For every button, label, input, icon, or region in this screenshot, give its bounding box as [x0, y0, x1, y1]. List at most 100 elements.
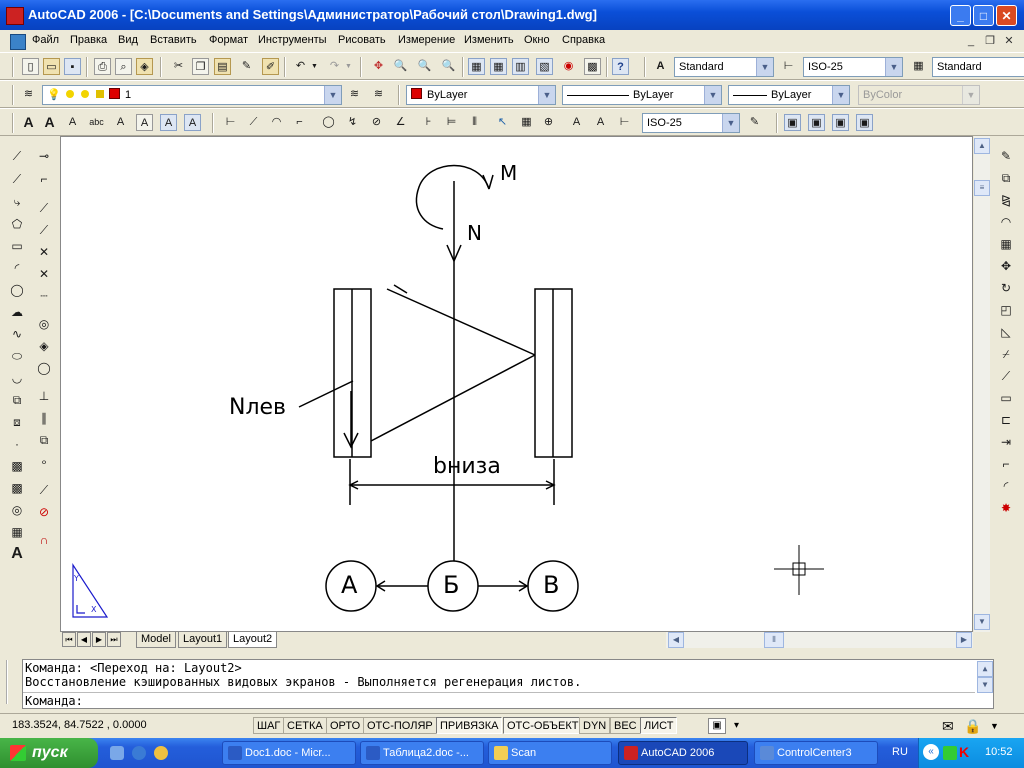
layer-manager-icon[interactable]: ≋ [20, 86, 37, 103]
layer-previous-icon[interactable]: ≋ [370, 86, 387, 103]
baseline-dimension-icon[interactable]: ⊨ [443, 114, 460, 131]
plot-preview-icon[interactable]: ⌕ [115, 58, 132, 75]
dimension-text-edit-icon[interactable]: A [592, 114, 609, 131]
menu-format[interactable]: Формат [209, 34, 248, 46]
chevron-down-icon[interactable]: ▼ [832, 86, 849, 104]
media-player-icon[interactable] [154, 746, 168, 760]
erase-icon[interactable]: ✎ [996, 146, 1016, 166]
copy-icon[interactable]: ❐ [192, 58, 209, 75]
chevron-down-icon[interactable]: ▼ [704, 86, 721, 104]
ellipse-arc-icon[interactable]: ◡ [7, 368, 27, 388]
undo-dropdown-icon[interactable]: ▼ [310, 58, 319, 75]
osnap-settings-icon[interactable]: ∩ [34, 530, 54, 550]
tab-layout2[interactable]: Layout2 [228, 632, 278, 648]
dimension-edit-icon[interactable]: A [568, 114, 585, 131]
plot-icon[interactable]: ⎙ [94, 58, 111, 75]
endpoint-snap-icon[interactable]: ⊸ [34, 146, 54, 166]
sheet-set-icon[interactable]: ▧ [536, 58, 553, 75]
vertical-scrollbar[interactable]: ▲ ≡ ▼ [974, 136, 990, 632]
snap-endpoint-icon[interactable]: ⟋ [34, 198, 54, 218]
gradient-icon[interactable]: ▩ [7, 478, 27, 498]
command-window-grip[interactable] [6, 660, 20, 704]
snap-apparent-intersection-icon[interactable]: ✕ [34, 264, 54, 284]
taskbar-button-controlcenter[interactable]: ControlCenter3 [754, 741, 878, 765]
arc-length-icon[interactable]: ◠ [268, 114, 285, 131]
taskbar-button-doc1[interactable]: Doc1.doc - Micr... [222, 741, 356, 765]
line-icon[interactable]: ⟋ [7, 146, 27, 166]
cut-icon[interactable]: ✂ [170, 58, 187, 75]
doc-minimize-button[interactable]: _ [964, 34, 978, 48]
dim-style-select[interactable]: ISO-25 ▼ [803, 57, 903, 77]
circle-icon[interactable]: ◯ [7, 280, 27, 300]
single-line-text-icon[interactable]: A [41, 114, 58, 131]
spell-check-icon[interactable]: abc [88, 114, 105, 131]
chevron-down-icon[interactable]: ▼ [324, 86, 341, 104]
design-center-icon[interactable]: ▦ [490, 58, 507, 75]
make-block-icon[interactable]: ⧈ [7, 412, 27, 432]
publish-icon[interactable]: ◈ [136, 58, 153, 75]
copy-object-icon[interactable]: ⧉ [996, 168, 1016, 188]
dyn-toggle[interactable]: DYN [579, 717, 611, 734]
ellipse-icon[interactable]: ⬭ [7, 346, 27, 366]
chamfer-icon[interactable]: ⌐ [996, 454, 1016, 474]
center-mark-icon[interactable]: ⊕ [540, 114, 557, 131]
fillet-icon[interactable]: ◜ [996, 476, 1016, 496]
multiline-text-icon[interactable]: A [20, 114, 37, 131]
scroll-up-button[interactable]: ▲ [974, 138, 990, 154]
doc-restore-button[interactable]: ❐ [983, 34, 997, 48]
language-indicator[interactable]: RU [892, 746, 908, 758]
chevron-down-icon[interactable]: ▼ [962, 86, 979, 104]
drawing-canvas[interactable]: M N Nлев bниза А Б В Y X [60, 136, 973, 632]
toolbar-grip[interactable] [12, 57, 14, 77]
doc-close-button[interactable]: ✕ [1002, 34, 1016, 48]
pan-icon[interactable]: ✥ [370, 58, 387, 75]
status-menu-arrow[interactable]: ▼ [990, 719, 1002, 733]
snap-midpoint-icon[interactable]: ⟋ [34, 220, 54, 240]
dimension-style-select[interactable]: ISO-25 ▼ [642, 113, 740, 133]
angular-dimension-icon[interactable]: ∠ [392, 114, 409, 131]
snap-intersection-icon[interactable]: ✕ [34, 242, 54, 262]
jogged-dimension-icon[interactable]: ↯ [344, 114, 361, 131]
paper-model-toggle[interactable]: ЛИСТ [640, 717, 678, 734]
scroll-down-button[interactable]: ▼ [974, 614, 990, 630]
antivirus-icon[interactable]: K [959, 744, 969, 760]
offset-icon[interactable]: ◠ [996, 212, 1016, 232]
snap-center-icon[interactable]: ◎ [34, 314, 54, 334]
internet-explorer-icon[interactable] [132, 746, 146, 760]
taskbar-button-table2[interactable]: Таблица2.doc -... [360, 741, 484, 765]
first-tab-button[interactable]: ⏮ [62, 632, 76, 647]
command-window[interactable]: Команда: <Переход на: Layout2> Восстанов… [22, 659, 994, 709]
last-tab-button[interactable]: ⏭ [107, 632, 121, 647]
justify-text-icon[interactable]: A [160, 114, 177, 131]
viewport-scale-icon[interactable]: ▾ [734, 718, 748, 734]
arc-icon[interactable]: ◜ [7, 258, 27, 278]
convert-distance-icon[interactable]: A [184, 114, 201, 131]
grid-toggle[interactable]: СЕТКА [283, 717, 327, 734]
osnap-toggle[interactable]: ПРИВЯЗКА [436, 717, 503, 734]
snap-nearest-icon[interactable]: ⟋ [34, 480, 54, 500]
communication-center-icon[interactable]: ✉ [942, 717, 960, 735]
polygon-icon[interactable]: ⬠ [7, 214, 27, 234]
command-prompt[interactable]: Команда: [25, 694, 83, 708]
taskbar-button-scan[interactable]: Scan [488, 741, 612, 765]
chevron-down-icon[interactable]: ▼ [885, 58, 902, 76]
menu-insert[interactable]: Вставить [150, 34, 197, 46]
table-icon[interactable]: ▦ [7, 522, 27, 542]
make-object-layer-current-icon[interactable]: ≋ [346, 86, 363, 103]
bring-to-front-icon[interactable]: ▣ [784, 114, 801, 131]
explode-icon[interactable]: ✸ [996, 498, 1016, 518]
table-style-icon[interactable]: ▦ [910, 58, 927, 75]
redo-dropdown-icon[interactable]: ▼ [344, 58, 353, 75]
continue-dimension-icon[interactable]: ⫴ [466, 114, 483, 131]
horizontal-scroll-thumb[interactable]: ⦀ [764, 632, 784, 648]
undo-icon[interactable]: ↶ [292, 58, 309, 75]
scale-icon[interactable]: ◰ [996, 300, 1016, 320]
menu-help[interactable]: Справка [562, 34, 605, 46]
scale-text-icon[interactable]: A [136, 114, 153, 131]
markup-icon[interactable]: ◉ [560, 58, 577, 75]
linear-dimension-icon[interactable]: ⊢ [222, 114, 239, 131]
insert-block-icon[interactable]: ⧉ [7, 390, 27, 410]
menu-tools[interactable]: Инструменты [258, 34, 327, 46]
redo-icon[interactable]: ↷ [326, 58, 343, 75]
trim-icon[interactable]: ⌿ [996, 344, 1016, 364]
